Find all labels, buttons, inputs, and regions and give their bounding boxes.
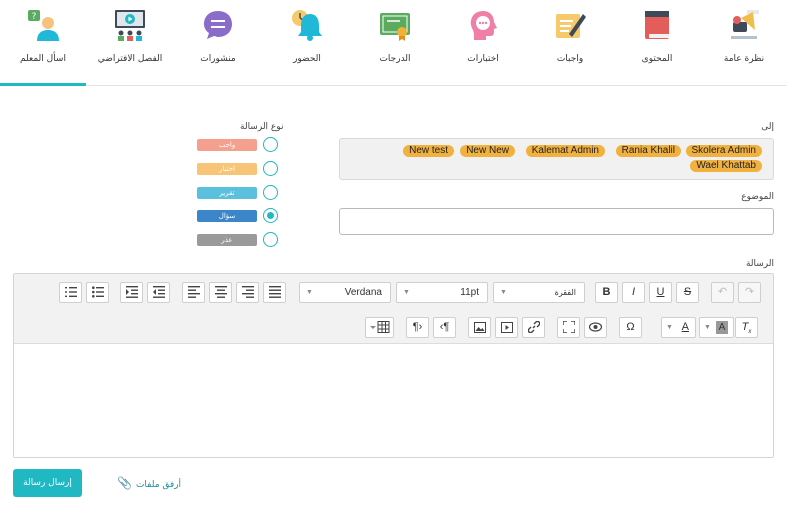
editor-toolbar: ▼ Verdana ▼ 11pt ▼ الفقرة B I U S ↶ ↷ ¶›… [14,274,773,344]
top-navigation: نظرة عامة المحتوى واجبات اختبارات الدرجا… [0,0,787,86]
homework-icon [556,14,586,38]
redo-icon[interactable]: ↷ [738,282,761,303]
message-label: الرسالة [745,259,774,269]
chevron-down-icon: ▼ [306,289,313,296]
nav-item-overview[interactable]: نظرة عامة [701,0,787,86]
table-icon[interactable] [365,317,394,338]
message-type-option-report[interactable]: تقرير [197,185,282,201]
recipient-chip[interactable]: New New [460,145,515,157]
align-right-icon[interactable] [236,282,259,303]
outdent-icon[interactable] [147,282,170,303]
quiz-icon [470,11,497,40]
nav-item-homework[interactable]: واجبات [527,0,613,86]
recipient-chip[interactable]: Kalemat Admin [525,145,605,157]
nav-label: اختبارات [467,54,499,64]
undo-icon[interactable]: ↶ [711,282,734,303]
ask-teacher-icon: ? [28,10,59,41]
radio-button[interactable] [263,185,278,200]
background-color-icon[interactable]: ▼ A [699,317,734,338]
virtual-class-icon [115,10,145,41]
nav-label: منشورات [200,54,236,64]
nav-item-content[interactable]: المحتوى [614,0,700,86]
message-type-tag: تقرير [197,187,257,199]
attach-files-link[interactable]: أرفق ملفات📎 [117,476,181,490]
message-body-input[interactable] [14,344,773,457]
special-character-icon[interactable]: Ω [619,317,642,338]
subject-label: الموضوع [741,192,774,202]
align-left-icon[interactable] [182,282,205,303]
nav-item-attendance[interactable]: الحضور [264,0,350,86]
rtl-direction-icon[interactable]: ‹¶ [433,317,456,338]
clear-formatting-icon[interactable]: Tx [735,317,758,338]
message-type-tag: سؤال [197,210,257,222]
subject-input[interactable] [339,208,774,235]
message-type-tag: واجب [197,139,257,151]
radio-button-selected[interactable] [263,208,278,223]
message-type-tag: اختبار [197,163,257,175]
nav-item-posts[interactable]: منشورات [175,0,261,86]
insert-image-icon[interactable] [468,317,491,338]
rich-text-editor: ▼ Verdana ▼ 11pt ▼ الفقرة B I U S ↶ ↷ ¶›… [13,273,774,458]
font-size-value: 11pt [460,287,479,298]
recipient-chip[interactable]: Wael Khattab [690,160,762,172]
nav-label: نظرة عامة [723,54,765,64]
indent-icon[interactable] [120,282,143,303]
recipient-chip[interactable]: Skolera Admin [685,145,762,157]
fullscreen-icon[interactable] [557,317,580,338]
numbered-list-icon[interactable] [59,282,82,303]
recipients-field[interactable]: Skolera Admin Rania Khalil Kalemat Admin… [339,138,774,180]
chevron-down-icon: ▼ [403,289,410,296]
italic-icon[interactable]: I [622,282,645,303]
font-size-select[interactable]: ▼ 11pt [396,282,488,303]
overview-icon [731,10,759,39]
bold-icon[interactable]: B [595,282,618,303]
chevron-down-icon: ▼ [500,289,507,296]
nav-label: واجبات [556,54,584,64]
attach-files-label: أرفق ملفات [135,480,182,490]
paperclip-icon: 📎 [117,476,132,490]
align-center-icon[interactable] [209,282,232,303]
nav-item-grades[interactable]: الدرجات [352,0,438,86]
font-family-value: Verdana [344,287,382,298]
bullet-list-icon[interactable] [86,282,109,303]
preview-eye-icon[interactable] [584,317,607,338]
underline-icon[interactable]: U [649,282,672,303]
radio-button[interactable] [263,137,278,152]
text-color-icon[interactable]: ▼ A [661,317,696,338]
chat-bubble-icon [204,11,232,39]
recipient-chip[interactable]: New test [403,145,454,157]
strikethrough-icon[interactable]: S [676,282,699,303]
nav-item-virtual-class[interactable]: الفصل الافتراضي [87,0,173,86]
book-icon [645,11,669,39]
font-family-select[interactable]: ▼ Verdana [299,282,391,303]
message-type-option-question[interactable]: سؤال [197,208,282,224]
ltr-direction-icon[interactable]: ¶› [406,317,429,338]
nav-label: اسأل المعلم [20,54,66,64]
nav-item-quizzes[interactable]: اختبارات [440,0,526,86]
message-type-tag: عذر [197,234,257,246]
svg-text:?: ? [32,12,37,22]
align-justify-icon[interactable] [263,282,286,303]
message-type-option-homework[interactable]: واجب [197,137,282,153]
insert-link-icon[interactable] [522,317,545,338]
message-type-label: نوع الرسالة [240,122,284,132]
bell-clock-icon [292,10,322,41]
send-message-button[interactable]: إرسال رسالة [13,469,82,497]
radio-button[interactable] [263,161,278,176]
insert-media-icon[interactable] [495,317,518,338]
nav-label: الدرجات [379,54,411,64]
nav-label: الفصل الافتراضي [97,54,163,64]
message-type-option-quiz[interactable]: اختبار [197,161,282,177]
certificate-icon [380,13,410,41]
paragraph-value: الفقرة [554,288,576,297]
nav-label: الحضور [293,54,321,64]
paragraph-format-select[interactable]: ▼ الفقرة [493,282,585,303]
nav-label: المحتوى [641,54,673,64]
recipient-chip[interactable]: Rania Khalil [615,145,681,157]
nav-item-ask-teacher[interactable]: ? اسأل المعلم [0,0,86,86]
radio-button[interactable] [263,232,278,247]
to-label: إلى [761,122,774,132]
message-type-option-excuse[interactable]: عذر [197,232,282,248]
